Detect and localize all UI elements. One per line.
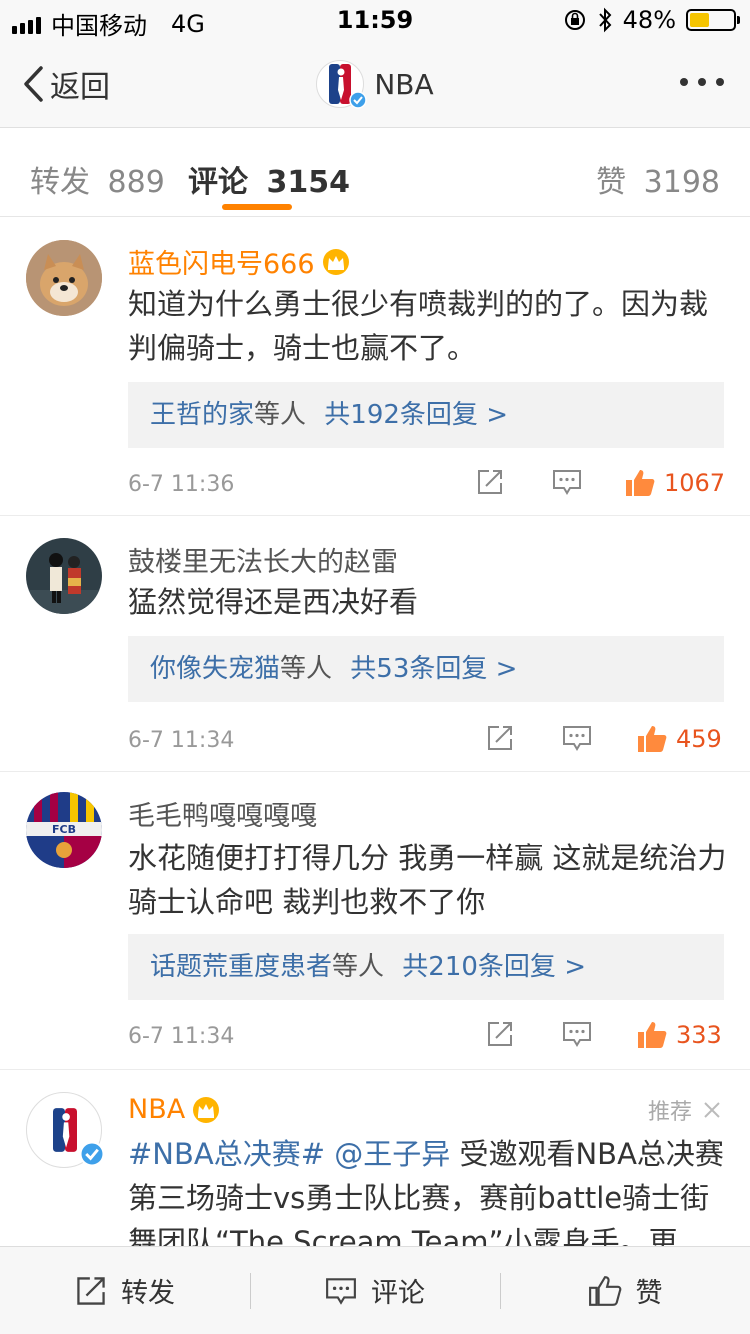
comment-author[interactable]: NBA bbox=[128, 1094, 221, 1125]
author-name: 鼓楼里无法长大的赵雷 bbox=[128, 547, 398, 578]
thumbs-up-icon bbox=[638, 1022, 667, 1048]
like-count: 1067 bbox=[664, 469, 726, 497]
comment-item: FCB 毛毛鸭嘎嘎嘎嘎 水花随便打打得几分 我勇一样赢 这就是统治力 骑士认命吧… bbox=[0, 772, 750, 1070]
comment-icon[interactable] bbox=[562, 724, 592, 752]
comment-time: 6-7 11:34 bbox=[128, 1024, 235, 1049]
tab-indicator bbox=[222, 204, 292, 210]
comment-meta: 6-7 11:36 1067 bbox=[128, 464, 725, 504]
bluetooth-icon bbox=[598, 7, 612, 33]
comment-text: #NBA总决赛# @王子异 受邀观看NBA总决赛第三场骑士vs勇士队比赛，赛前b… bbox=[128, 1132, 724, 1246]
comment-author[interactable]: 蓝色闪电号666 bbox=[128, 242, 351, 281]
avatar[interactable]: FCB bbox=[26, 792, 102, 868]
close-icon[interactable] bbox=[702, 1100, 722, 1120]
reply-count: 共53条回复 > bbox=[350, 654, 518, 684]
reply-count: 共210条回复 > bbox=[402, 952, 586, 982]
nav-bar: 返回 NBA bbox=[0, 40, 750, 128]
comment-item: NBA 推荐 #NBA总决赛# @王子异 受邀观看NBA总决赛第三场骑士vs勇士… bbox=[0, 1070, 750, 1246]
like-count: 333 bbox=[676, 1021, 722, 1049]
tab-repost-label: 转发 bbox=[30, 165, 90, 200]
comment-meta: 6-7 11:34 333 bbox=[128, 1016, 724, 1056]
recommend-label: 推荐 bbox=[647, 1100, 692, 1125]
author-name: 蓝色闪电号666 bbox=[128, 249, 315, 280]
more-button[interactable] bbox=[680, 78, 724, 86]
reply-user: 话题荒重度患者 bbox=[150, 952, 333, 982]
like-label: 赞 bbox=[635, 1278, 663, 1309]
comment-author[interactable]: 鼓楼里无法长大的赵雷 bbox=[128, 540, 398, 579]
hashtag-link[interactable]: #NBA总决赛# bbox=[128, 1137, 325, 1171]
thumbs-up-icon bbox=[626, 470, 655, 496]
tab-comments-count: 3154 bbox=[266, 165, 350, 200]
crown-icon bbox=[322, 248, 349, 275]
comment-icon bbox=[326, 1277, 356, 1305]
fcb-logo-text: FCB bbox=[52, 823, 76, 836]
comment-item: 鼓楼里无法长大的赵雷 猛然觉得还是西决好看 你像失宠猫等人 共53条回复 > 6… bbox=[0, 516, 750, 772]
reply-summary[interactable]: 话题荒重度患者等人 共210条回复 > bbox=[128, 934, 724, 1000]
share-icon bbox=[77, 1276, 105, 1305]
comment-button[interactable]: 评论 bbox=[250, 1247, 500, 1334]
reply-summary[interactable]: 你像失宠猫等人 共53条回复 > bbox=[128, 636, 724, 702]
recommend-badge: 推荐 bbox=[648, 1094, 722, 1126]
tab-likes-label: 赞 bbox=[596, 165, 627, 200]
tab-bar: 转发 889 评论 3154 赞 3198 bbox=[0, 129, 750, 217]
comment-item: 蓝色闪电号666 知道为什么勇士很少有喷裁判的的了。因为裁判偏骑士，骑士也赢不了… bbox=[0, 218, 750, 516]
tab-repost-count: 889 bbox=[107, 165, 165, 200]
verified-icon bbox=[79, 1141, 105, 1167]
tab-repost[interactable]: 转发 889 bbox=[30, 157, 165, 201]
reply-mid: 等人 bbox=[332, 952, 385, 982]
reply-mid: 等人 bbox=[254, 400, 307, 430]
thumbs-up-icon bbox=[638, 726, 667, 752]
like-count: 459 bbox=[676, 725, 722, 753]
like-button[interactable]: 459 bbox=[636, 724, 722, 754]
author-name: 毛毛鸭嘎嘎嘎嘎 bbox=[128, 801, 317, 832]
share-icon[interactable] bbox=[486, 724, 514, 752]
like-button[interactable]: 333 bbox=[636, 1020, 722, 1050]
comment-icon[interactable] bbox=[552, 468, 582, 496]
reply-count: 共192条回复 > bbox=[324, 400, 508, 430]
tab-likes-count: 3198 bbox=[643, 165, 720, 200]
tab-comments[interactable]: 评论 3154 bbox=[188, 157, 350, 201]
orientation-lock-icon bbox=[564, 10, 585, 30]
crown-icon bbox=[193, 1096, 220, 1123]
tab-likes[interactable]: 赞 3198 bbox=[596, 157, 720, 201]
comment-text: 水花随便打打得几分 我勇一样赢 这就是统治力 骑士认命吧 裁判也救不了你 bbox=[128, 841, 727, 919]
share-icon[interactable] bbox=[486, 1020, 514, 1048]
comment-meta: 6-7 11:34 459 bbox=[128, 720, 724, 760]
avatar[interactable] bbox=[26, 538, 102, 614]
like-button[interactable]: 赞 bbox=[500, 1247, 750, 1334]
battery-percent: 48% bbox=[622, 6, 676, 34]
comment-text: 猛然觉得还是西决好看 bbox=[128, 585, 419, 619]
thumbs-up-icon bbox=[588, 1275, 621, 1306]
nav-title[interactable]: NBA bbox=[0, 60, 750, 109]
comment-label: 评论 bbox=[371, 1278, 425, 1309]
reply-user: 你像失宠猫 bbox=[150, 654, 281, 684]
like-button[interactable]: 1067 bbox=[624, 468, 725, 498]
nav-title-label: NBA bbox=[374, 67, 434, 101]
share-icon[interactable] bbox=[476, 468, 504, 496]
mention-link[interactable]: @王子异 bbox=[334, 1137, 450, 1171]
reply-user: 王哲的家 bbox=[150, 400, 255, 430]
reply-summary[interactable]: 王哲的家等人 共192条回复 > bbox=[128, 382, 724, 448]
bottom-action-bar: 转发 评论 赞 bbox=[0, 1246, 750, 1334]
comment-icon[interactable] bbox=[562, 1020, 592, 1048]
nba-logo-icon bbox=[316, 60, 368, 109]
repost-button[interactable]: 转发 bbox=[0, 1247, 250, 1334]
comment-time: 6-7 11:36 bbox=[128, 472, 235, 497]
repost-label: 转发 bbox=[121, 1278, 175, 1309]
comment-text: 知道为什么勇士很少有喷裁判的的了。因为裁判偏骑士，骑士也赢不了。 bbox=[128, 287, 709, 365]
avatar[interactable] bbox=[26, 1092, 105, 1168]
tab-comments-label: 评论 bbox=[188, 165, 248, 200]
status-bar: 中国移动 4G 11:59 48% bbox=[0, 0, 750, 40]
avatar[interactable] bbox=[26, 240, 102, 316]
verified-icon bbox=[349, 91, 368, 109]
battery-icon bbox=[686, 9, 740, 31]
comment-time: 6-7 11:34 bbox=[128, 728, 235, 753]
comment-author[interactable]: 毛毛鸭嘎嘎嘎嘎 bbox=[128, 794, 317, 833]
reply-mid: 等人 bbox=[280, 654, 333, 684]
author-name: NBA bbox=[128, 1094, 186, 1125]
